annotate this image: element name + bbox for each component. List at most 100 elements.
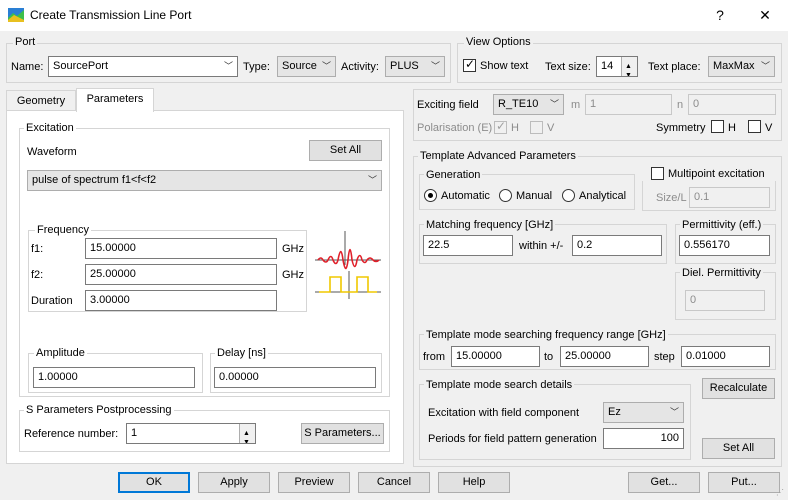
delay-input[interactable]: 0.00000 [214, 367, 376, 388]
text-place-select[interactable]: MaxMax ﹀ [708, 56, 775, 77]
preview-button[interactable]: Preview [278, 472, 350, 493]
chevron-down-icon: ﹀ [669, 407, 679, 417]
text-place-value: MaxMax [713, 60, 755, 72]
ok-button[interactable]: OK [118, 472, 190, 493]
amplitude-input[interactable]: 1.00000 [33, 367, 195, 388]
template-set-all-button[interactable]: Set All [702, 438, 775, 459]
matching-frequency-input[interactable]: 22.5 [423, 235, 513, 256]
radio-manual-label: Manual [516, 190, 553, 202]
waveform-value: pulse of spectrum f1<f<f2 [32, 174, 157, 186]
waveform-label: Waveform [27, 146, 77, 158]
f2-label: f2: [31, 269, 44, 281]
polarisation-h-checkbox[interactable]: ✓ [494, 119, 507, 134]
m-label: m [571, 99, 581, 111]
step-label: step [654, 351, 675, 363]
duration-input[interactable]: 3.00000 [85, 290, 277, 311]
permittivity-input[interactable]: 0.556170 [679, 235, 770, 256]
step-input[interactable]: 0.01000 [681, 346, 770, 367]
resize-grip-icon[interactable]: ⋰ [776, 488, 786, 498]
get-button[interactable]: Get... [628, 472, 700, 493]
text-size-label: Text size: [545, 61, 591, 73]
reference-number-spinbox[interactable]: 1 ▲ ▼ [126, 423, 256, 444]
search-details-label: Template mode search details [424, 379, 575, 391]
apply-button[interactable]: Apply [198, 472, 270, 493]
text-size-spinbox[interactable]: 14 ▲ ▼ [596, 56, 638, 77]
name-input[interactable]: SourcePort ﹀ [48, 56, 238, 77]
exciting-field-select[interactable]: R_TE10 ﹀ [493, 94, 564, 115]
permittivity-label: Permittivity (eff.) [680, 219, 764, 231]
polarisation-h-label: H [511, 122, 519, 134]
type-select[interactable]: Source ﹀ [277, 56, 336, 77]
periods-input[interactable]: 100 [603, 428, 684, 449]
symmetry-label: Symmetry [656, 122, 706, 134]
search-range-label: Template mode searching frequency range … [424, 329, 668, 341]
f1-input[interactable]: 15.00000 [85, 238, 277, 259]
radio-automatic[interactable] [424, 189, 437, 202]
field-component-value: Ez [608, 406, 621, 418]
s-parameters-button[interactable]: S Parameters... [301, 423, 384, 444]
spin-arrows-icon[interactable]: ▲ ▼ [239, 424, 255, 443]
field-component-select[interactable]: Ez ﹀ [603, 402, 684, 423]
from-label: from [423, 351, 445, 363]
tab-geometry[interactable]: Geometry [6, 90, 76, 112]
pulse-spectrum-diagram [315, 229, 381, 304]
symmetry-h-checkbox[interactable] [711, 120, 724, 133]
text-place-label: Text place: [648, 61, 701, 73]
to-input[interactable]: 25.00000 [560, 346, 649, 367]
activity-label: Activity: [341, 61, 379, 73]
view-options-label: View Options [464, 36, 533, 48]
diel-permittivity-label: Diel. Permittivity [680, 267, 763, 279]
help-button[interactable]: Help [438, 472, 510, 493]
type-label: Type: [243, 61, 270, 73]
radio-analytical[interactable] [562, 189, 575, 202]
waveform-select[interactable]: pulse of spectrum f1<f<f2 ﹀ [27, 170, 382, 191]
periods-label: Periods for field pattern generation [428, 433, 597, 445]
close-icon[interactable]: ✕ [742, 0, 788, 31]
chevron-down-icon: ﹀ [760, 61, 770, 71]
from-input[interactable]: 15.00000 [451, 346, 540, 367]
chevron-down-icon: ﹀ [321, 61, 331, 71]
reference-number-value: 1 [131, 427, 138, 439]
recalculate-button[interactable]: Recalculate [702, 378, 775, 399]
radio-manual[interactable] [499, 189, 512, 202]
polarisation-v-checkbox[interactable] [530, 121, 543, 134]
to-label: to [544, 351, 554, 363]
matching-frequency-label: Matching frequency [GHz] [424, 219, 556, 231]
show-text-label: Show text [480, 60, 529, 72]
check-icon: ✓ [496, 119, 507, 133]
tab-parameters[interactable]: Parameters [76, 88, 154, 112]
radio-analytical-label: Analytical [579, 190, 627, 202]
app-icon [8, 8, 24, 22]
symmetry-h-label: H [728, 122, 736, 134]
text-size-value: 14 [601, 60, 614, 72]
cancel-button[interactable]: Cancel [358, 472, 430, 493]
multipoint-label: Multipoint excitation [668, 168, 765, 180]
s-params-label: S Parameters Postprocessing [24, 404, 174, 416]
delay-label: Delay [ns] [215, 347, 268, 359]
f2-unit: GHz [282, 269, 304, 281]
within-label: within +/- [519, 240, 564, 252]
f1-label: f1: [31, 243, 44, 255]
multipoint-checkbox[interactable] [651, 167, 664, 180]
field-component-label: Excitation with field component [428, 407, 580, 419]
help-title-button[interactable]: ? [697, 0, 743, 31]
activity-select[interactable]: PLUS ﹀ [385, 56, 445, 77]
m-input[interactable]: 1 [585, 94, 672, 115]
radio-automatic-label: Automatic [441, 190, 490, 202]
activity-value: PLUS [390, 60, 419, 72]
size-l-input[interactable]: 0.1 [689, 187, 770, 208]
amplitude-label: Amplitude [34, 347, 87, 359]
symmetry-v-checkbox[interactable] [748, 120, 761, 133]
excitation-set-all-button[interactable]: Set All [309, 140, 382, 161]
within-input[interactable]: 0.2 [572, 235, 662, 256]
show-text-checkbox[interactable]: ✓ [463, 57, 476, 72]
diel-permittivity-input[interactable]: 0 [685, 290, 765, 311]
spin-arrows-icon[interactable]: ▲ ▼ [621, 57, 637, 76]
put-button[interactable]: Put... [708, 472, 780, 493]
type-value: Source [282, 60, 317, 72]
window-title: Create Transmission Line Port [30, 8, 192, 22]
polarisation-v-label: V [547, 122, 555, 134]
n-input[interactable]: 0 [688, 94, 776, 115]
excitation-label: Excitation [24, 122, 76, 134]
f2-input[interactable]: 25.00000 [85, 264, 277, 285]
